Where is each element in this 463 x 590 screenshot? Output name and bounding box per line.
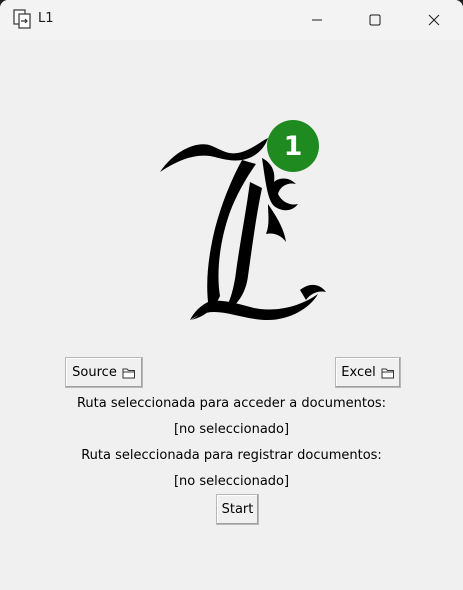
start-button-label: Start	[221, 502, 254, 517]
start-button[interactable]: Start	[216, 494, 259, 525]
maximize-button[interactable]	[346, 0, 404, 40]
excel-button[interactable]: Excel	[335, 357, 401, 388]
folder-icon	[381, 368, 394, 378]
app-window: L1 1 Source Excel Ruta seleccionada para…	[0, 0, 463, 590]
close-icon	[428, 14, 440, 26]
folder-icon	[122, 368, 135, 378]
excel-button-label: Excel	[341, 365, 376, 380]
source-button-label: Source	[72, 365, 117, 380]
minimize-button[interactable]	[288, 0, 346, 40]
window-title: L1	[38, 11, 54, 26]
minimize-icon	[312, 19, 322, 21]
close-button[interactable]	[405, 0, 463, 40]
register-path-value: [no seleccionado]	[173, 474, 290, 489]
access-path-value: [no seleccionado]	[173, 422, 290, 437]
document-transfer-icon	[12, 9, 32, 29]
title-bar[interactable]: L1	[0, 0, 463, 40]
source-button[interactable]: Source	[65, 357, 143, 388]
register-path-label: Ruta seleccionada para registrar documen…	[81, 448, 382, 463]
access-path-label: Ruta seleccionada para acceder a documen…	[76, 396, 387, 411]
notification-badge: 1	[267, 120, 319, 172]
maximize-icon	[369, 14, 381, 26]
